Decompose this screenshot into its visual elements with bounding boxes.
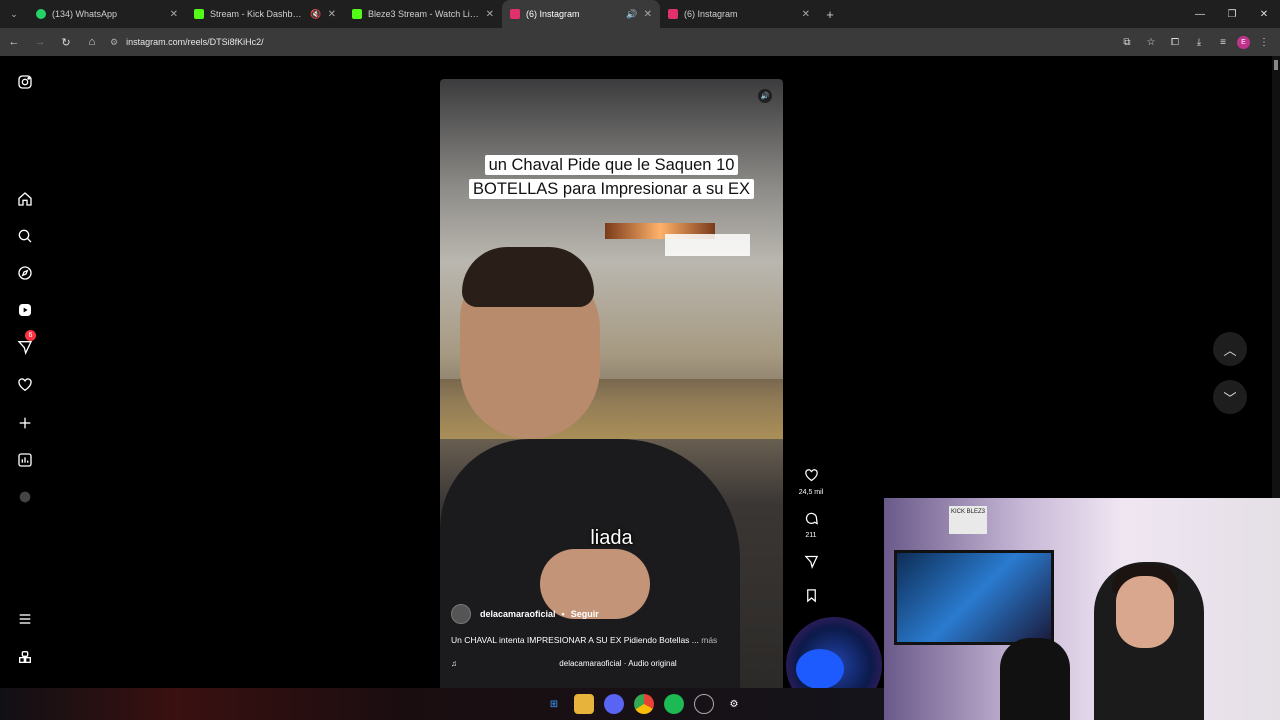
back-icon[interactable]: ←	[2, 30, 26, 54]
close-tab-icon[interactable]: ✕	[802, 9, 810, 20]
video-subtitle: liada	[590, 527, 633, 549]
media-controls-icon[interactable]: ≡	[1213, 32, 1233, 52]
messages-icon[interactable]: 6	[14, 330, 36, 358]
close-tab-icon[interactable]: ✕	[486, 9, 494, 20]
home-icon[interactable]: ⌂	[80, 30, 104, 54]
settings-gear-icon[interactable]: ⚙	[724, 694, 744, 714]
forward-icon[interactable]: →	[28, 30, 52, 54]
maximize-icon[interactable]: ❐	[1216, 0, 1248, 28]
previous-reel-chevron-up-icon[interactable]: ︿	[1213, 332, 1247, 366]
more-link[interactable]: más	[701, 635, 717, 645]
reel-navigation: ︿ ﹀	[1213, 332, 1247, 428]
close-window-icon[interactable]: ✕	[1248, 0, 1280, 28]
chrome-icon[interactable]	[634, 694, 654, 714]
author-avatar[interactable]	[451, 604, 471, 624]
spotify-icon[interactable]	[664, 694, 684, 714]
instagram-logo-icon[interactable]	[14, 71, 36, 93]
browser-toolbar: ← → ↻ ⌂ ⚙ instagram.com/reels/DTSi8fKiHc…	[0, 28, 1280, 56]
app-icon[interactable]	[694, 694, 714, 714]
comment-button[interactable]: 211	[796, 511, 826, 539]
follow-button[interactable]: Seguir	[571, 609, 599, 619]
kick-icon	[194, 9, 204, 19]
download-icon[interactable]: ⤓	[1189, 32, 1209, 52]
close-tab-icon[interactable]: ✕	[328, 9, 336, 20]
reload-icon[interactable]: ↻	[54, 30, 78, 54]
reel-video[interactable]: 🔊 un Chaval Pide que le Saquen 10 BOTELL…	[440, 79, 783, 688]
profile-avatar[interactable]: E	[1237, 35, 1250, 49]
video-caption-line2: BOTELLAS para Impresionar a su EX	[469, 179, 754, 199]
reels-icon[interactable]	[14, 299, 36, 321]
like-button[interactable]: 24,5 mil	[796, 468, 826, 496]
webcam-overlay: KICK BLEZ3	[884, 498, 1280, 720]
instagram-sidebar: 6	[0, 56, 50, 688]
volume-icon[interactable]: 🔊	[758, 89, 772, 103]
video-caption-line1: un Chaval Pide que le Saquen 10	[484, 155, 739, 175]
create-plus-icon[interactable]	[14, 412, 36, 434]
explore-compass-icon[interactable]	[14, 262, 36, 284]
reel-description: Un CHAVAL intenta IMPRESIONAR A SU EX Pi…	[451, 635, 718, 645]
music-note-icon: ♫	[451, 659, 457, 668]
new-tab-button[interactable]: +	[818, 7, 842, 22]
browser-tab-bar: ⌄ (134) WhatsApp ✕ Stream - Kick Dashboa…	[0, 0, 1280, 28]
discord-icon[interactable]	[604, 694, 624, 714]
instagram-icon	[510, 9, 520, 19]
comment-icon	[805, 512, 818, 525]
window-controls: — ❐ ✕	[1184, 0, 1280, 28]
notification-badge: 6	[25, 330, 36, 341]
address-bar[interactable]: ⚙ instagram.com/reels/DTSi8fKiHc2/	[110, 31, 1070, 53]
heart-icon	[804, 469, 818, 482]
author-username[interactable]: delacamaraoficial	[480, 609, 556, 619]
close-tab-icon[interactable]: ✕	[644, 9, 652, 20]
bookmark-icon	[806, 589, 816, 603]
reel-author: delacamaraoficial • Seguir	[451, 604, 599, 624]
muted-icon[interactable]: 🔇	[310, 9, 321, 20]
search-icon[interactable]	[14, 225, 36, 247]
windows-start-icon[interactable]: ⊞	[544, 694, 564, 714]
more-menu-icon[interactable]	[14, 608, 36, 630]
whatsapp-icon	[36, 9, 46, 19]
tab-kick-dashboard[interactable]: Stream - Kick Dashboard 🔇 ✕	[186, 0, 344, 28]
tab-search-chevron-icon[interactable]: ⌄	[0, 0, 28, 28]
reel-audio[interactable]: ♫ delacamaraoficial · Audio original	[451, 659, 771, 668]
menu-kebab-icon[interactable]: ⋮	[1254, 32, 1274, 52]
extensions-icon[interactable]: ⧠	[1165, 32, 1185, 52]
minimize-icon[interactable]: —	[1184, 0, 1216, 28]
file-explorer-icon[interactable]	[574, 694, 594, 714]
notifications-heart-icon[interactable]	[14, 374, 36, 396]
kick-icon	[352, 9, 362, 19]
bookmark-star-icon[interactable]: ☆	[1141, 32, 1161, 52]
tab-whatsapp[interactable]: (134) WhatsApp ✕	[28, 0, 186, 28]
speaker-icon[interactable]: 🔊	[626, 9, 637, 20]
share-button[interactable]	[796, 554, 826, 574]
home-icon[interactable]	[14, 188, 36, 210]
comment-count: 211	[805, 532, 817, 539]
os-taskbar: ⊞ ⚙	[0, 688, 884, 720]
install-app-icon[interactable]: ⧉	[1117, 32, 1137, 52]
tab-instagram[interactable]: (6) Instagram ✕	[660, 0, 818, 28]
tab-instagram-active[interactable]: (6) Instagram 🔊 ✕	[502, 0, 660, 28]
wall-sign: KICK BLEZ3	[949, 506, 987, 534]
audio-label: delacamaraoficial · Audio original	[559, 659, 677, 668]
dashboard-chart-icon[interactable]	[14, 449, 36, 471]
also-from-meta-icon[interactable]	[14, 646, 36, 668]
like-count: 24,5 mil	[798, 489, 824, 496]
close-tab-icon[interactable]: ✕	[170, 9, 178, 20]
toolbar-actions: ⧉ ☆ ⧠ ⤓ ≡ E ⋮	[1117, 28, 1274, 56]
tab-kick-stream[interactable]: Bleze3 Stream - Watch Live on ✕	[344, 0, 502, 28]
url-text: instagram.com/reels/DTSi8fKiHc2/	[126, 37, 264, 47]
next-reel-chevron-down-icon[interactable]: ﹀	[1213, 380, 1247, 414]
share-icon	[803, 555, 818, 569]
instagram-icon	[668, 9, 678, 19]
site-info-icon[interactable]: ⚙	[110, 37, 118, 48]
profile-avatar-icon[interactable]	[14, 486, 36, 508]
save-button[interactable]	[796, 588, 826, 608]
